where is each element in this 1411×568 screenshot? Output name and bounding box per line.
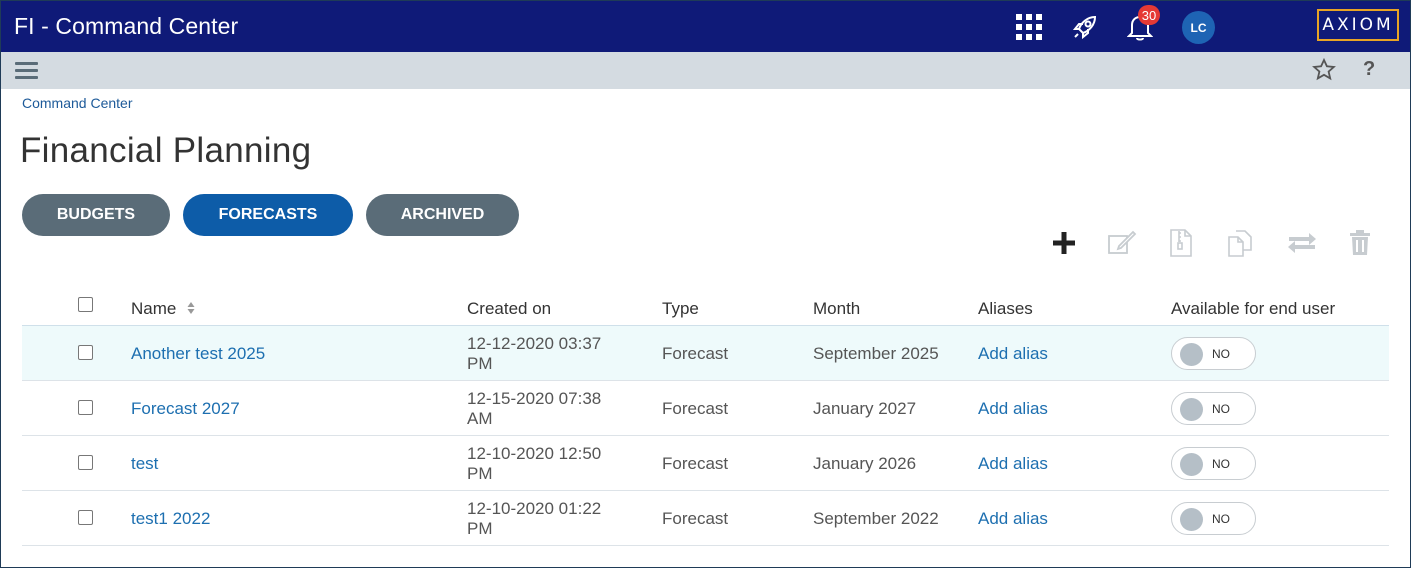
add-alias-link[interactable]: Add alias [978,509,1048,529]
hamburger-menu-icon[interactable] [15,60,39,80]
avatar[interactable]: LC [1182,11,1215,44]
row-month: September 2025 [813,344,939,363]
row-name-link[interactable]: test1 2022 [131,509,210,529]
column-header-month: Month [813,299,861,318]
row-month: January 2026 [813,454,917,473]
row-type: Forecast [662,344,729,363]
tab-budgets[interactable]: BUDGETS [22,194,170,236]
table-row[interactable]: Another test 2025 12-12-2020 03:37 PM Fo… [22,326,1389,381]
toggle-knob [1180,398,1203,421]
add-alias-link[interactable]: Add alias [978,454,1048,474]
available-toggle[interactable]: NO [1171,447,1256,480]
row-month: January 2027 [813,399,917,418]
created-date: 12-10-2020 01:22 [467,499,602,518]
column-header-name[interactable]: Name [131,299,195,320]
row-type: Forecast [662,509,729,528]
toggle-label: NO [1212,402,1230,416]
toggle-label: NO [1212,347,1230,361]
row-created-on: 12-15-2020 07:38 AM [467,389,601,429]
sort-icon[interactable] [187,300,195,320]
column-header-available: Available for end user [1171,299,1336,318]
row-checkbox[interactable] [78,400,93,415]
toggle-label: NO [1212,512,1230,526]
created-date: 12-15-2020 07:38 [467,389,602,408]
select-all-checkbox[interactable] [78,297,93,312]
secondary-toolbar: ? [1,52,1410,89]
help-icon[interactable]: ? [1363,58,1375,81]
axiom-logo: AXIOM [1317,9,1399,41]
toggle-knob [1180,508,1203,531]
table-row[interactable]: Forecast 2027 12-15-2020 07:38 AM Foreca… [22,381,1389,436]
created-ampm: PM [467,464,493,483]
table-row[interactable]: test1 2022 12-10-2020 01:22 PM Forecast … [22,491,1389,546]
row-type: Forecast [662,399,729,418]
row-checkbox[interactable] [78,510,93,525]
breadcrumb[interactable]: Command Center [22,95,133,111]
row-type: Forecast [662,454,729,473]
table-row[interactable]: test 12-10-2020 12:50 PM Forecast Januar… [22,436,1389,491]
file-zip-icon[interactable] [1165,227,1197,259]
created-ampm: AM [467,409,493,428]
add-alias-link[interactable]: Add alias [978,344,1048,364]
rocket-icon[interactable] [1069,11,1101,43]
tab-archived[interactable]: ARCHIVED [366,194,519,236]
available-toggle[interactable]: NO [1171,392,1256,425]
column-header-aliases: Aliases [978,299,1033,318]
swap-icon[interactable] [1286,227,1318,259]
row-name-link[interactable]: test [131,454,158,474]
column-header-name-label: Name [131,299,177,318]
copy-icon[interactable] [1225,227,1257,259]
toggle-knob [1180,453,1203,476]
add-alias-link[interactable]: Add alias [978,399,1048,419]
apps-grid-icon[interactable] [1013,11,1045,43]
table-header: Name Created on Type Month Aliases Avail… [22,291,1389,326]
row-checkbox[interactable] [78,455,93,470]
created-ampm: PM [467,519,493,538]
column-header-created: Created on [467,299,552,318]
trash-icon[interactable] [1344,227,1376,259]
created-date: 12-10-2020 12:50 [467,444,602,463]
row-created-on: 12-10-2020 01:22 PM [467,499,601,539]
plus-icon[interactable] [1048,227,1080,259]
app-title: FI - Command Center [14,13,239,39]
page-title: Financial Planning [20,131,312,170]
toggle-label: NO [1212,457,1230,471]
toggle-knob [1180,343,1203,366]
column-header-type: Type [662,299,699,318]
row-name-link[interactable]: Another test 2025 [131,344,265,364]
created-date: 12-12-2020 03:37 [467,334,602,353]
star-icon[interactable] [1312,57,1336,87]
top-bar: FI - Command Center 30 LC AXIOM [1,1,1410,52]
edit-icon[interactable] [1106,227,1138,259]
row-name-link[interactable]: Forecast 2027 [131,399,240,419]
available-toggle[interactable]: NO [1171,502,1256,535]
notification-badge: 30 [1138,5,1160,25]
row-created-on: 12-10-2020 12:50 PM [467,444,601,484]
tab-forecasts[interactable]: FORECASTS [183,194,353,236]
available-toggle[interactable]: NO [1171,337,1256,370]
row-created-on: 12-12-2020 03:37 PM [467,334,601,374]
created-ampm: PM [467,354,493,373]
row-checkbox[interactable] [78,345,93,360]
row-month: September 2022 [813,509,939,528]
forecast-table: Name Created on Type Month Aliases Avail… [22,291,1389,546]
